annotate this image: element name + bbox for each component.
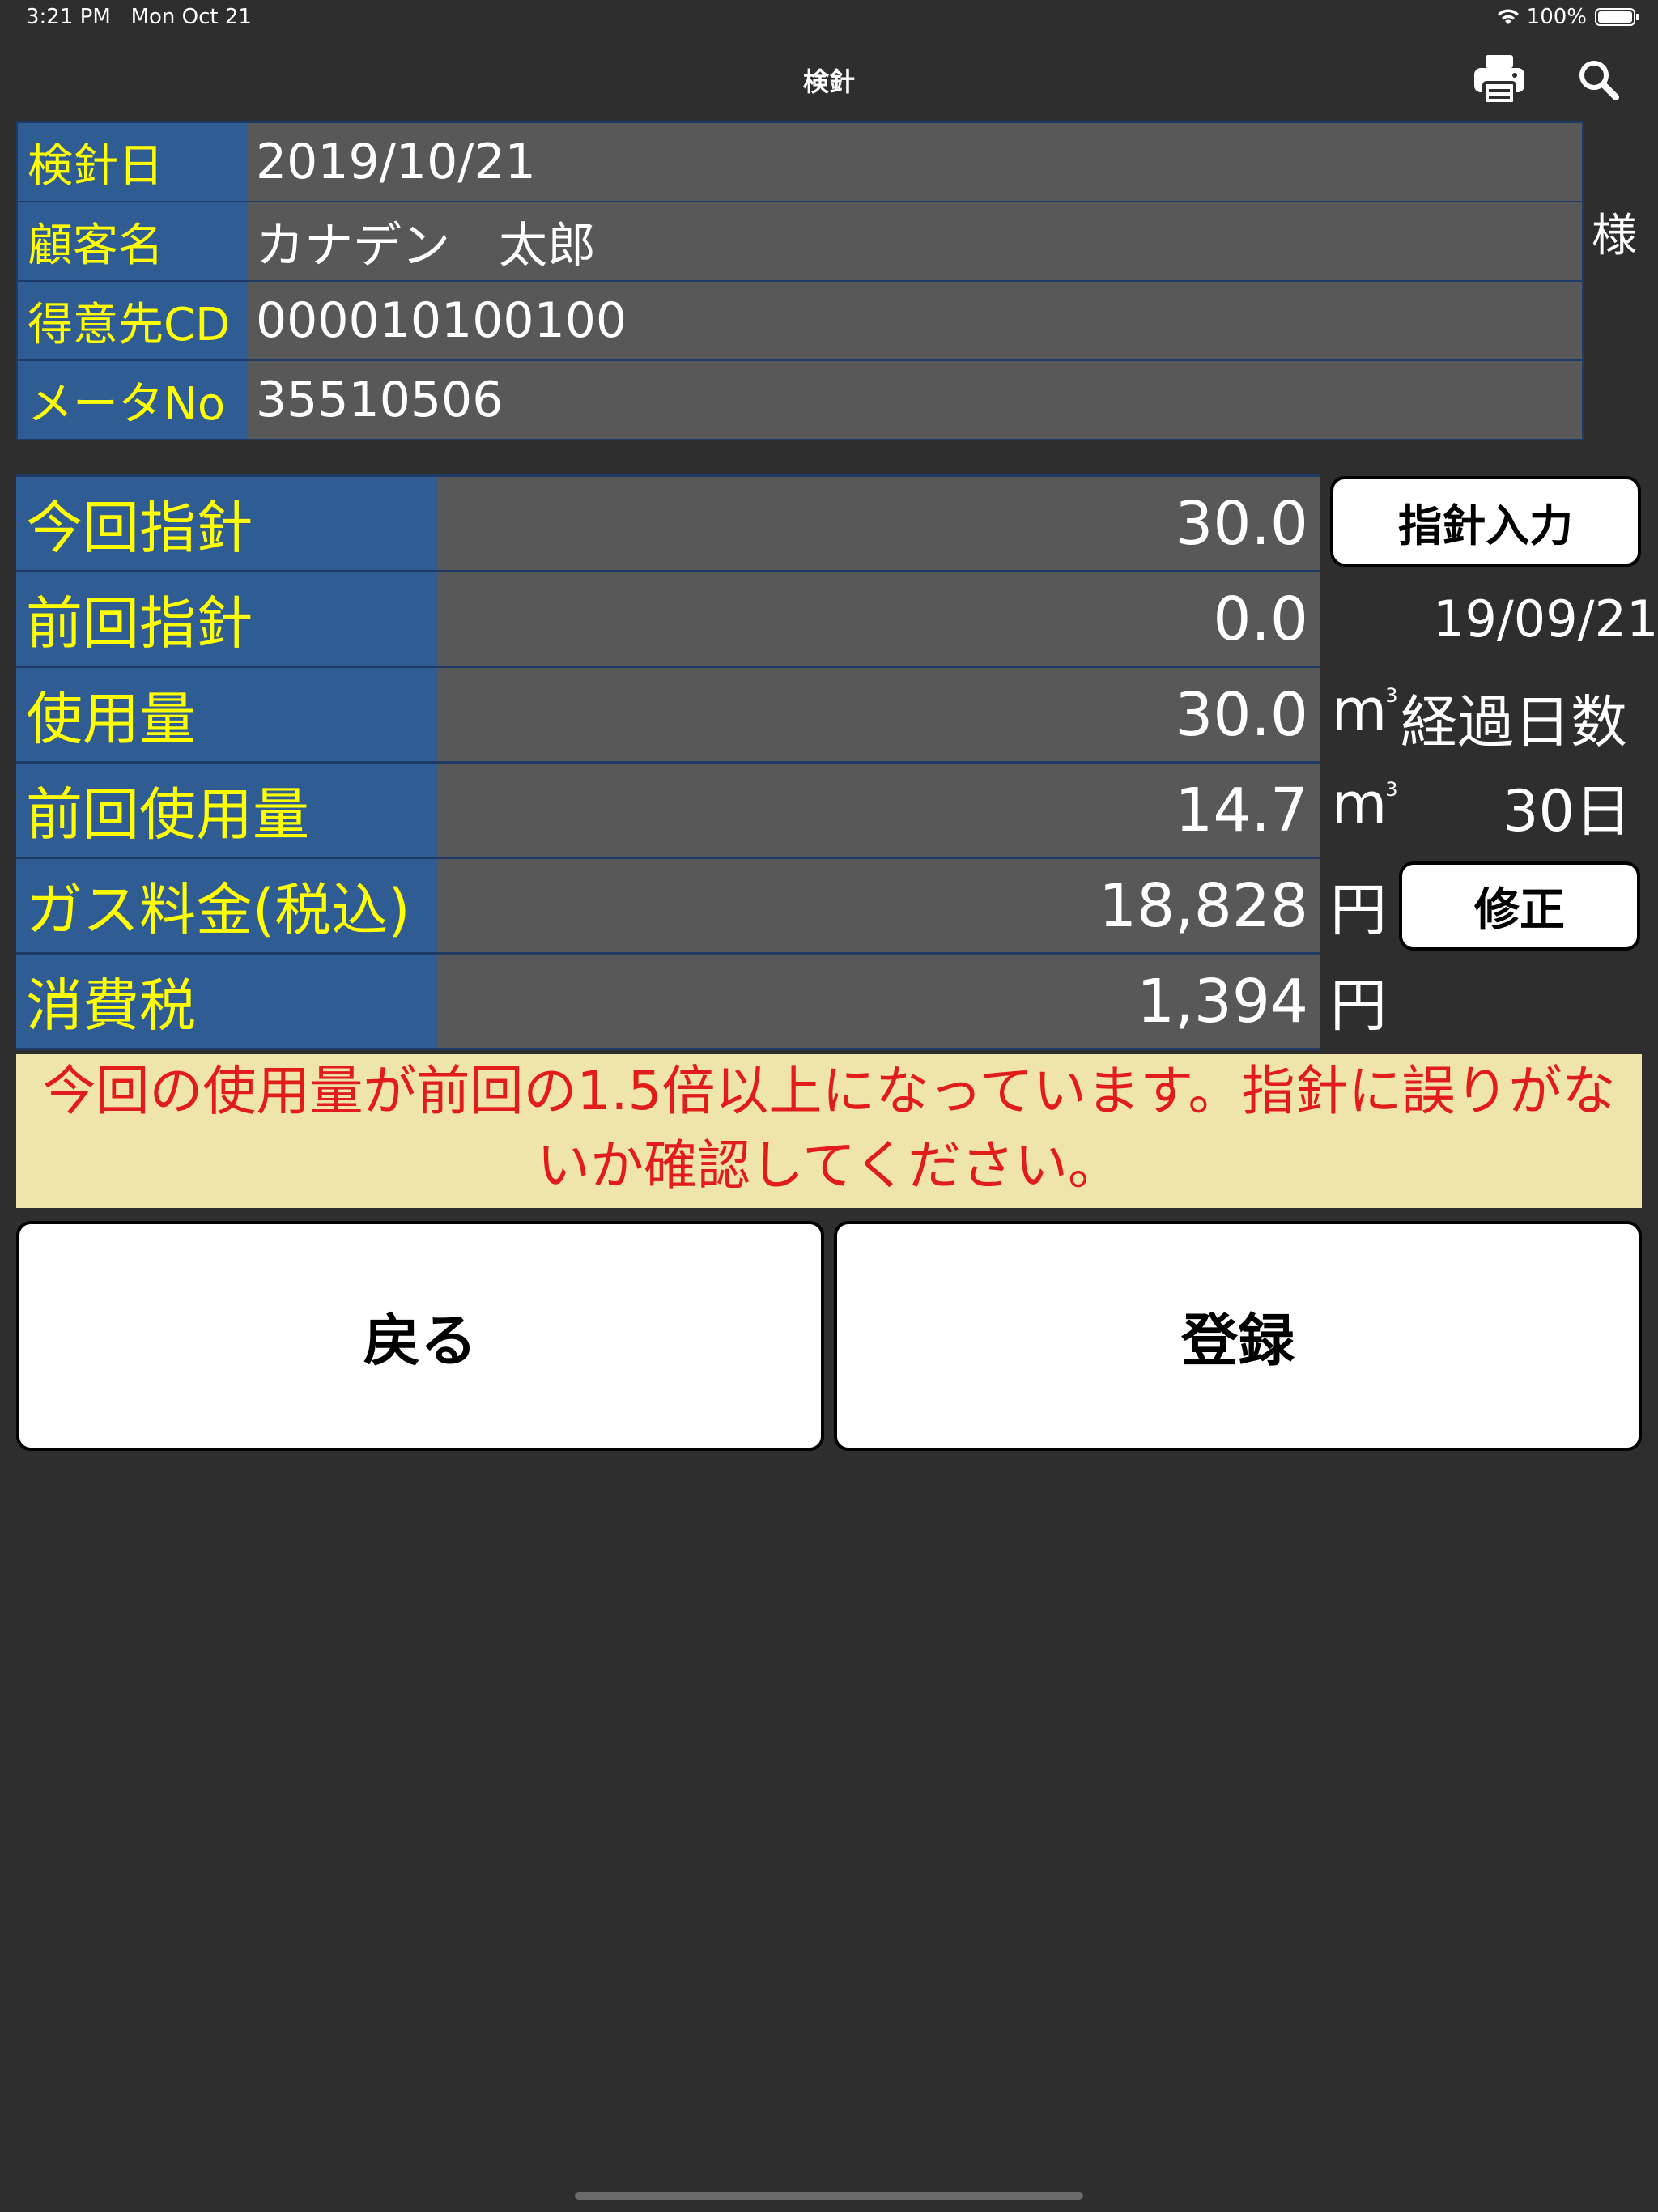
status-time: 3:21 PM Mon Oct 21 <box>26 5 252 29</box>
elapsed-days-label: 経過日数 <box>1401 689 1627 755</box>
back-button[interactable]: 戻る <box>16 1221 824 1451</box>
readings-table: 今回指針 30.0 前回指針 0.0 使用量 30.0 前回使用量 14.7 ガ… <box>16 474 1320 1050</box>
info-row-reading-date: 検針日 2019/10/21 <box>16 123 1584 202</box>
info-row-customer-name: 顧客名 カナデン 太郎 <box>16 202 1584 282</box>
unit-superscript: 3 <box>1385 684 1398 707</box>
register-button[interactable]: 登録 <box>834 1221 1642 1451</box>
battery-icon <box>1595 8 1639 26</box>
info-label: 顧客名 <box>16 202 248 280</box>
reading-value: 14.7 <box>437 764 1320 857</box>
previous-usage-unit: m3 <box>1332 771 1397 837</box>
page-title: 検針 <box>802 66 855 97</box>
clock-date: Mon Oct 21 <box>130 5 252 29</box>
battery-percent: 100% <box>1526 5 1587 29</box>
nav-bar: 検針 <box>0 39 1658 118</box>
reading-value: 18,828 <box>437 859 1320 952</box>
fix-button[interactable]: 修正 <box>1399 861 1640 951</box>
reading-row-consumption-tax: 消費税 1,394 <box>16 955 1320 1050</box>
reading-row-previous-usage: 前回使用量 14.7 <box>16 764 1320 859</box>
clock-time: 3:21 PM <box>26 5 111 29</box>
info-value: 2019/10/21 <box>248 123 1584 201</box>
info-value: 000010100100 <box>248 282 1584 359</box>
status-bar: 3:21 PM Mon Oct 21 100% <box>0 0 1658 39</box>
warning-message: 今回の使用量が前回の1.5倍以上になっています。指針に誤りがないか確認してくださ… <box>16 1054 1642 1208</box>
info-label: 得意先CD <box>16 282 248 359</box>
reading-row-gas-charge: ガス料金(税込) 18,828 <box>16 859 1320 955</box>
elapsed-days-value: 30日 <box>1503 778 1632 844</box>
info-value: 35510506 <box>248 361 1584 439</box>
wifi-icon <box>1497 9 1519 24</box>
reading-value: 30.0 <box>437 477 1320 570</box>
reading-label: 使用量 <box>16 668 437 761</box>
info-row-meter-no: メータNo 35510506 <box>16 361 1584 440</box>
reading-row-previous: 前回指針 0.0 <box>16 572 1320 668</box>
reading-label: 前回指針 <box>16 572 437 666</box>
honorific-label: 様 <box>1592 210 1637 262</box>
info-label: メータNo <box>16 361 248 439</box>
reading-value: 30.0 <box>437 668 1320 761</box>
reading-label: 今回指針 <box>16 477 437 570</box>
reading-label: 前回使用量 <box>16 764 437 857</box>
info-value: カナデン 太郎 <box>248 202 1584 280</box>
unit-m: m <box>1332 677 1388 743</box>
unit-m: m <box>1332 771 1388 837</box>
info-label: 検針日 <box>16 123 248 201</box>
usage-unit: m3 <box>1332 677 1397 743</box>
gas-charge-yen: 円 <box>1330 877 1387 943</box>
home-indicator[interactable] <box>575 2192 1083 2200</box>
reading-value: 1,394 <box>437 955 1320 1048</box>
status-indicators: 100% <box>1496 5 1639 29</box>
previous-reading-date: 19/09/21 <box>1433 589 1658 649</box>
reading-label: ガス料金(税込) <box>16 859 437 952</box>
info-row-customer-code: 得意先CD 000010100100 <box>16 282 1584 361</box>
reading-value: 0.0 <box>437 572 1320 666</box>
reading-row-usage: 使用量 30.0 <box>16 668 1320 764</box>
meter-input-button[interactable]: 指針入力 <box>1330 476 1641 567</box>
unit-superscript: 3 <box>1385 778 1398 801</box>
tax-yen: 円 <box>1330 972 1387 1039</box>
customer-info-table: 検針日 2019/10/21 顧客名 カナデン 太郎 得意先CD 0000101… <box>16 121 1584 440</box>
reading-row-current: 今回指針 30.0 <box>16 474 1320 572</box>
reading-label: 消費税 <box>16 955 437 1048</box>
printer-icon[interactable] <box>1470 50 1528 108</box>
search-icon[interactable] <box>1569 50 1627 108</box>
